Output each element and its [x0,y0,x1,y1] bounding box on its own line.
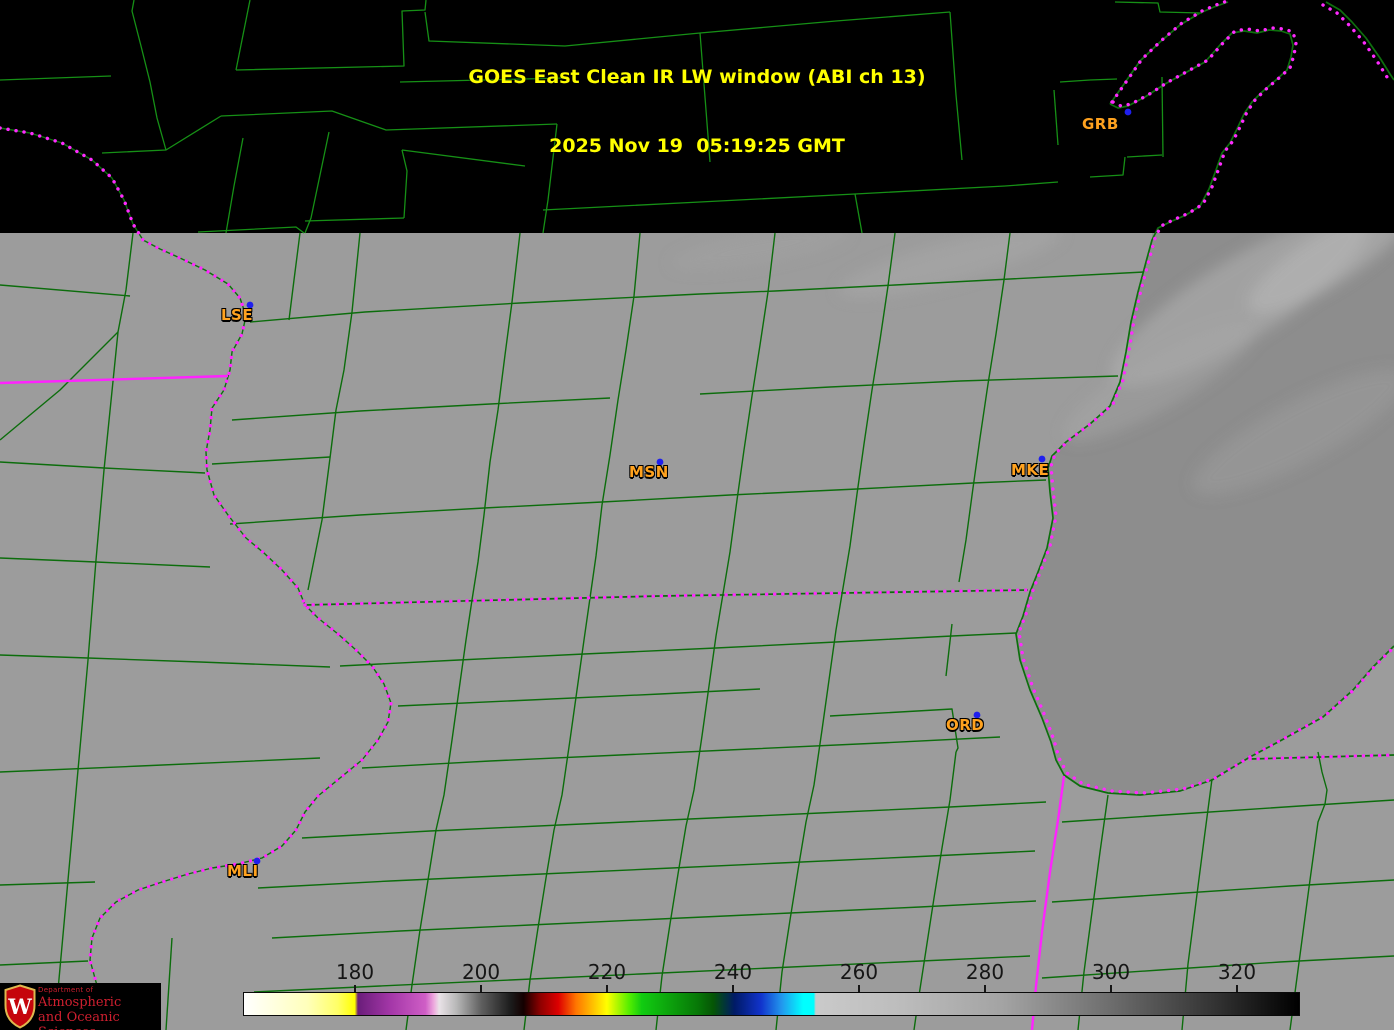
colorbar: 180 200 220 240 260 280 300 320 [243,960,1300,1016]
colorbar-tick-label: 220 [587,960,627,984]
station-label-mke: MKE [1011,461,1050,479]
logo-dept-line: Department of [38,986,94,994]
station-label-lse: LSE [221,306,254,324]
logo-line-2: and Oceanic Sciences [38,1010,120,1030]
colorbar-tick-label: 180 [335,960,375,984]
satellite-image-viewport: GOES East Clean IR LW window (ABI ch 13)… [0,0,1394,1030]
colorbar-tick-label: 280 [965,960,1005,984]
product-title: GOES East Clean IR LW window (ABI ch 13) [468,66,926,88]
colorbar-tick-label: 200 [461,960,501,984]
uw-monogram: W [7,994,32,1019]
colorbar-tick-label: 320 [1217,960,1257,984]
uw-aos-logo: W Department of Atmospheric and Oceanic … [0,983,161,1030]
timestamp: 2025 Nov 19 05:19:25 GMT [549,135,845,157]
image-header: GOES East Clean IR LW window (ABI ch 13)… [0,20,1394,204]
colorbar-tick-label: 300 [1091,960,1131,984]
uw-logo-text: Department of Atmospheric and Oceanic Sc… [38,986,161,1030]
station-label-msn: MSN [629,463,669,481]
logo-line-1: Atmospheric [38,995,122,1010]
station-label-grb: GRB [1082,115,1119,133]
colorbar-tick-label: 240 [713,960,753,984]
uw-crest-icon: W [4,984,36,1029]
colorbar-tick-label: 260 [839,960,879,984]
station-label-mli: MLI [227,862,259,880]
station-label-ord: ORD [946,716,985,734]
colorbar-gradient [243,992,1300,1016]
